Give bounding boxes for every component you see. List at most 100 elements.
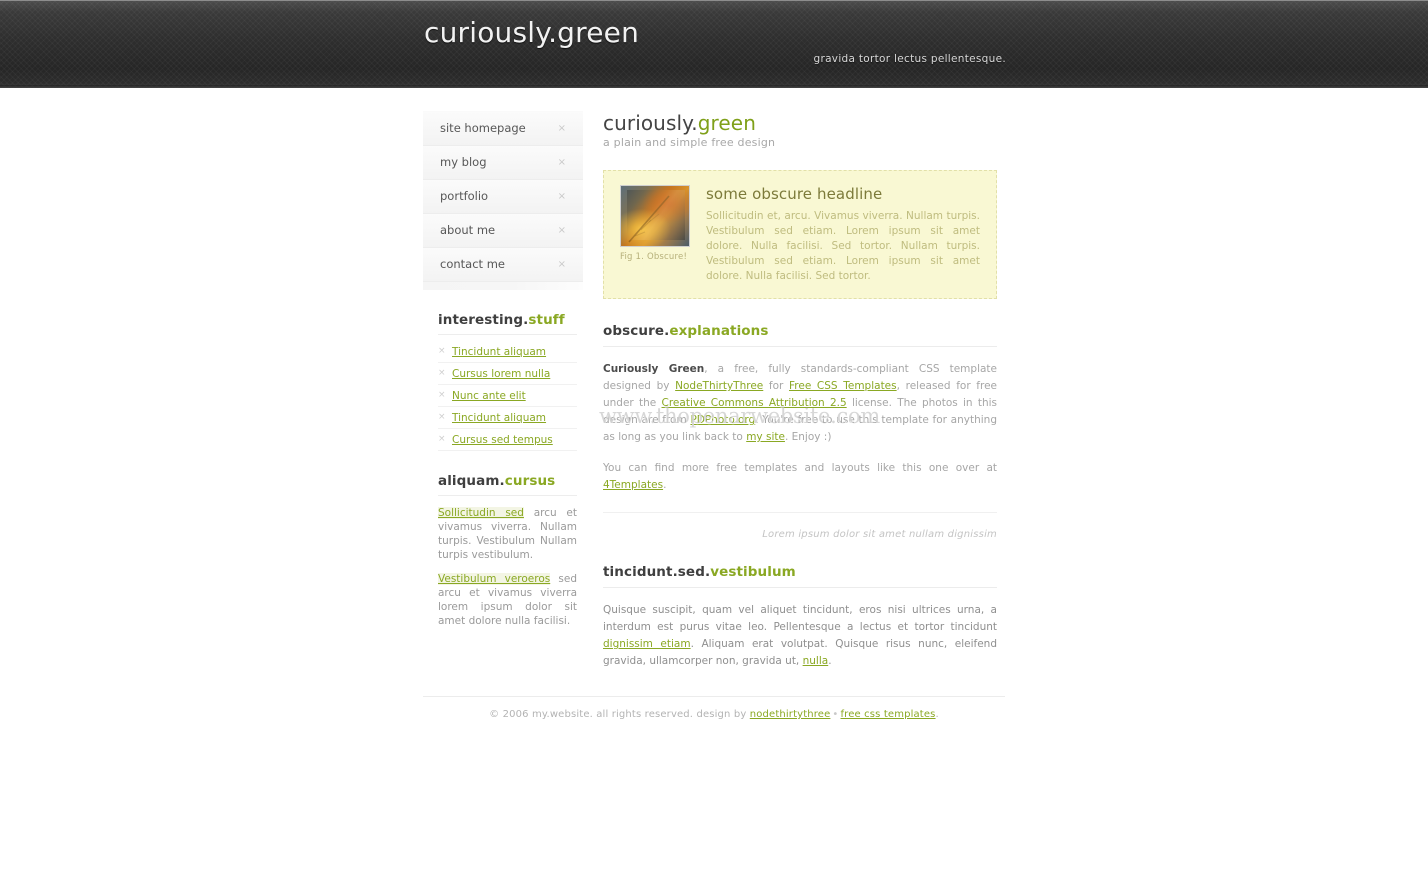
masthead-tagline: gravida tortor lectus pellentesque. xyxy=(813,53,1006,65)
heading-main: interesting xyxy=(438,312,524,328)
title-accent: green xyxy=(697,111,756,135)
close-icon[interactable]: × xyxy=(558,146,566,179)
main-content: curiously.green a plain and simple free … xyxy=(583,111,1005,670)
heading-main: tincidunt xyxy=(603,564,673,580)
link-creative-commons[interactable]: Creative Commons Attribution 2.5 xyxy=(662,397,847,409)
page-subtitle: a plain and simple free design xyxy=(603,136,776,149)
text-run: for xyxy=(763,380,789,392)
sidebar-item-my-blog[interactable]: my blog × xyxy=(423,146,583,180)
aliquam-paragraph-2: Vestibulum veroeros sed arcu et vivamus … xyxy=(438,572,577,628)
section-tincidunt-sed-vestibulum: tincidunt.sed.vestibulum Quisque suscipi… xyxy=(603,564,997,670)
sidebar-item-site-homepage[interactable]: site homepage × xyxy=(423,111,583,146)
site-footer: © 2006 my.website. all rights reserved. … xyxy=(423,696,1005,720)
cross-bullet-icon: × xyxy=(438,390,446,400)
heading-accent: explanations xyxy=(669,323,769,339)
heading-accent: cursus xyxy=(504,473,556,489)
close-icon[interactable]: × xyxy=(558,180,566,213)
leaf-vein-overlay xyxy=(628,195,670,243)
list-item: × Nunc ante elit xyxy=(438,385,577,407)
explanations-paragraph-1: Curiously Green, a free, fully standards… xyxy=(603,361,997,446)
section-heading: aliquam.cursus xyxy=(438,473,577,496)
list-item: × Cursus sed tempus xyxy=(438,429,577,451)
interesting-links-list: × Tincidunt aliquam × Cursus lorem nulla… xyxy=(438,341,577,451)
logo-dot: . xyxy=(548,16,558,49)
cross-bullet-icon: × xyxy=(438,346,446,356)
sidebar-item-contact-me[interactable]: contact me × xyxy=(423,248,583,282)
footer-copyright: © 2006 my.website. all rights reserved. … xyxy=(489,709,750,720)
section-obscure-explanations: obscure.explanations Curiously Green, a … xyxy=(603,323,997,540)
footer-period: . xyxy=(935,709,939,720)
interesting-link[interactable]: Nunc ante elit xyxy=(452,390,526,402)
heading-accent: vestibulum xyxy=(710,564,796,580)
close-icon[interactable]: × xyxy=(558,112,566,145)
interesting-link[interactable]: Tincidunt aliquam xyxy=(452,346,546,358)
primary-navigation: site homepage × my blog × portfolio × ab… xyxy=(423,111,583,290)
site-masthead: curiously.green gravida tortor lectus pe… xyxy=(0,0,1428,88)
cross-bullet-icon: × xyxy=(438,368,446,378)
text-run: You can find more free templates and lay… xyxy=(603,462,997,474)
text-run: . xyxy=(828,655,832,667)
list-item: × Cursus lorem nulla xyxy=(438,363,577,385)
heading-main: aliquam xyxy=(438,473,500,489)
aliquam-link-vestibulum[interactable]: Vestibulum veroeros xyxy=(438,573,551,585)
list-item: × Tincidunt aliquam xyxy=(438,341,577,363)
link-4templates[interactable]: 4Templates xyxy=(603,479,663,491)
link-free-css-templates[interactable]: Free CSS Templates xyxy=(789,380,897,392)
feature-body: some obscure headline Sollicitudin et, a… xyxy=(690,185,980,284)
sidebar-item-about-me[interactable]: about me × xyxy=(423,214,583,248)
heading-accent: stuff xyxy=(528,312,565,328)
tincidunt-paragraph: Quisque suscipit, quam vel aliquet tinci… xyxy=(603,602,997,670)
link-nulla[interactable]: nulla xyxy=(803,655,829,667)
section-heading: interesting.stuff xyxy=(438,312,577,335)
list-item: × Tincidunt aliquam xyxy=(438,407,577,429)
feature-paragraph: Sollicitudin et, arcu. Vivamus viverra. … xyxy=(706,210,980,282)
interesting-link[interactable]: Cursus lorem nulla xyxy=(452,368,550,380)
footer-link-free-css-templates[interactable]: free css templates xyxy=(840,709,935,720)
masthead-inner: curiously.green gravida tortor lectus pe… xyxy=(422,0,1006,88)
footer-link-nodethirtythree[interactable]: nodethirtythree xyxy=(750,709,831,720)
interesting-link[interactable]: Tincidunt aliquam xyxy=(452,412,546,424)
nav-label: contact me xyxy=(440,257,505,271)
page-body: www.thopenarwebsite.com site homepage × … xyxy=(0,88,1428,720)
explanations-paragraph-2: You can find more free templates and lay… xyxy=(603,460,997,494)
nav-label: portfolio xyxy=(440,189,489,203)
section-heading: tincidunt.sed.vestibulum xyxy=(603,564,997,588)
nav-label: my blog xyxy=(440,155,487,169)
sidebar: site homepage × my blog × portfolio × ab… xyxy=(423,111,583,628)
aliquam-link-sollicitudin[interactable]: Sollicitudin sed xyxy=(438,507,524,519)
feature-figure: Fig 1. Obscure! xyxy=(620,185,690,262)
text-run: . xyxy=(663,479,667,491)
link-nodethirtythree[interactable]: NodeThirtyThree xyxy=(675,380,763,392)
title-main: curiously xyxy=(603,111,692,135)
sidebar-item-portfolio[interactable]: portfolio × xyxy=(423,180,583,214)
cross-bullet-icon: × xyxy=(438,434,446,444)
heading-mid: sed xyxy=(677,564,705,580)
interesting-link[interactable]: Cursus sed tempus xyxy=(452,434,553,446)
cross-bullet-icon: × xyxy=(438,412,446,422)
nav-label: site homepage xyxy=(440,121,526,135)
footer-separator: • xyxy=(832,709,839,720)
logo-text-accent: green xyxy=(557,16,640,49)
link-dignissim-etiam[interactable]: dignissim etiam xyxy=(603,638,691,650)
close-icon[interactable]: × xyxy=(558,248,566,281)
feature-panel: Fig 1. Obscure! some obscure headline So… xyxy=(603,170,997,299)
site-logo[interactable]: curiously.green xyxy=(424,16,639,49)
nav-label: about me xyxy=(440,223,496,237)
leaf-photo xyxy=(620,185,690,247)
text-run: . Enjoy :) xyxy=(784,431,832,443)
heading-main: obscure xyxy=(603,323,665,339)
two-column-layout: site homepage × my blog × portfolio × ab… xyxy=(423,111,1005,670)
logo-text-main: curiously xyxy=(424,16,549,49)
link-pdphoto[interactable]: PDPhoto.org xyxy=(690,414,755,426)
brand-strong: Curiously Green xyxy=(603,363,705,375)
section-heading: obscure.explanations xyxy=(603,323,997,347)
sidebar-section-aliquam-cursus: aliquam.cursus Sollicitudin sed arcu et … xyxy=(423,473,583,628)
feature-headline: some obscure headline xyxy=(706,185,883,203)
link-my-site[interactable]: my site xyxy=(746,431,785,443)
sidebar-section-interesting-stuff: interesting.stuff × Tincidunt aliquam × … xyxy=(423,312,583,451)
content-container: www.thopenarwebsite.com site homepage × … xyxy=(423,88,1005,720)
page-title: curiously.green xyxy=(603,111,997,135)
pullquote: Lorem ipsum dolor sit amet nullam dignis… xyxy=(603,512,997,540)
figure-caption: Fig 1. Obscure! xyxy=(620,252,688,262)
close-icon[interactable]: × xyxy=(558,214,566,247)
